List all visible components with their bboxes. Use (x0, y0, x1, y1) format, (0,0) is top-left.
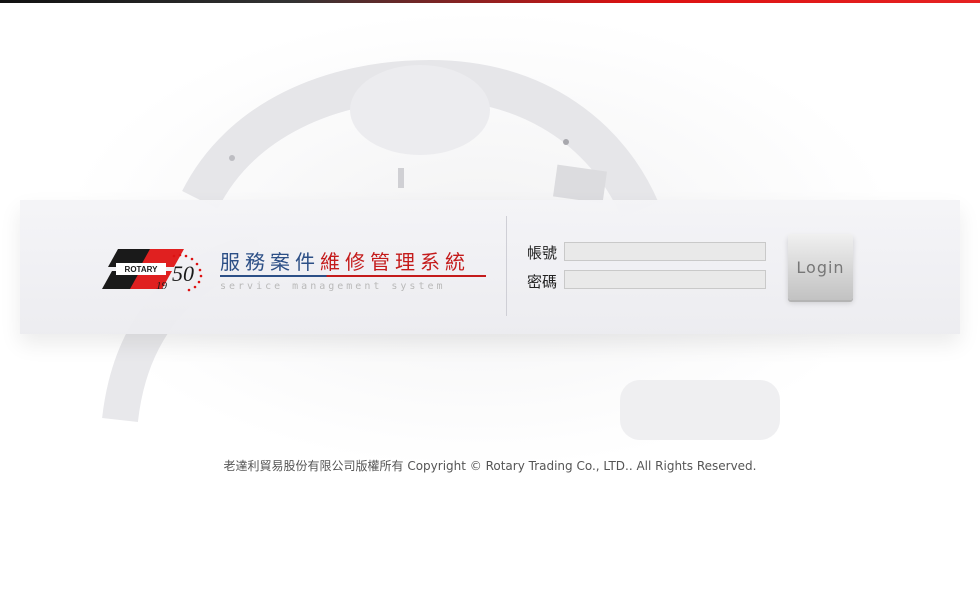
system-title-red: 維修管理系統 (320, 250, 470, 274)
account-input[interactable] (564, 242, 766, 261)
system-subtitle: service management system (220, 281, 446, 292)
panel-divider (506, 216, 507, 316)
login-button[interactable]: Login (788, 234, 853, 300)
system-title: 服務案件維修管理系統 (220, 246, 470, 275)
svg-text:ROTARY: ROTARY (125, 265, 159, 274)
account-label: 帳號 (527, 244, 558, 262)
svg-text:50: 50 (172, 261, 194, 286)
title-underline (220, 275, 486, 277)
copyright-footer: 老達利貿易股份有限公司版權所有 Copyright © Rotary Tradi… (223, 459, 757, 473)
rotary-logo: ROTARY 19 50 (102, 249, 203, 292)
password-input[interactable] (564, 270, 766, 289)
svg-text:19: 19 (156, 280, 168, 292)
system-title-blue: 服務案件 (220, 250, 320, 274)
password-label: 密碼 (527, 273, 558, 291)
